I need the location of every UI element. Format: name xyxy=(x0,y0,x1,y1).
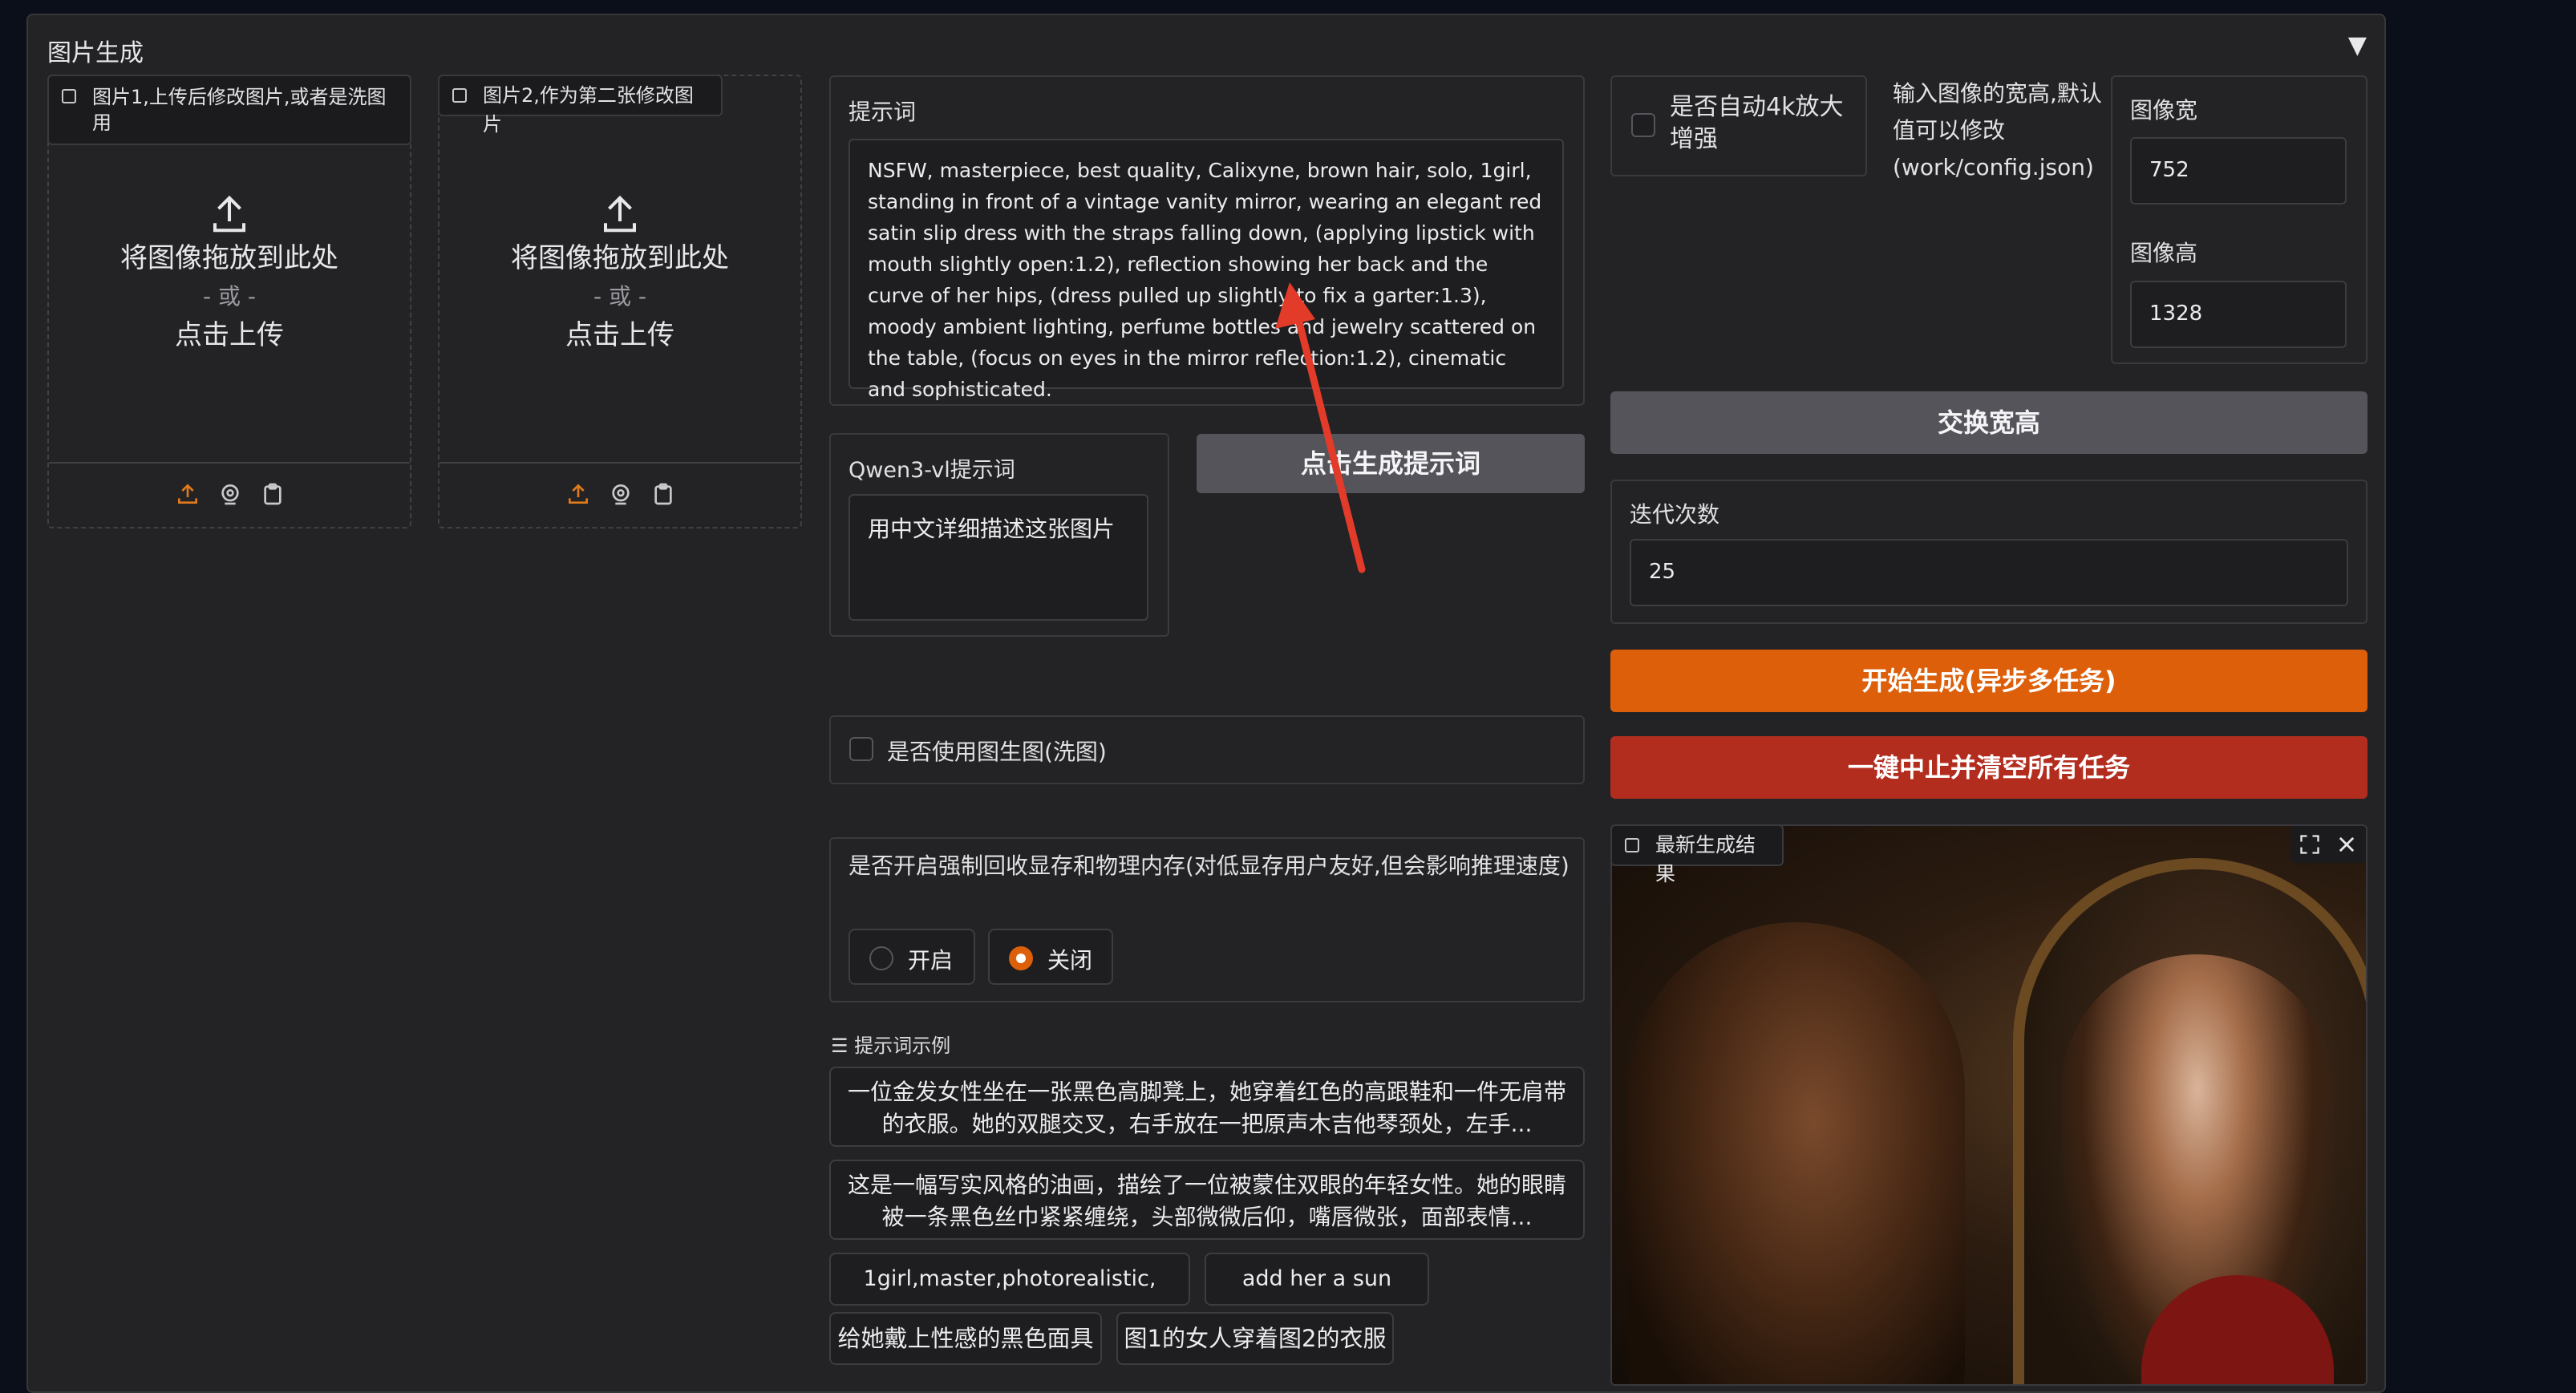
image-icon xyxy=(452,88,467,103)
example-item[interactable]: 图1的女人穿着图2的衣服 xyxy=(1116,1312,1394,1365)
clipboard-icon[interactable] xyxy=(650,481,676,507)
image1-upload-prompt[interactable]: 将图像拖放到此处 - 或 - 点击上传 xyxy=(47,192,411,354)
memory-label: 是否开启强制回收显存和物理内存(对低显存用户友好,但会影响推理速度) xyxy=(849,852,1569,879)
height-label: 图像高 xyxy=(2130,240,2198,266)
webcam-icon[interactable] xyxy=(608,481,634,507)
start-generate-button[interactable]: 开始生成(异步多任务) xyxy=(1610,650,2367,712)
clipboard-icon[interactable] xyxy=(260,481,286,507)
examples-label: 提示词示例 xyxy=(854,1035,951,1057)
example-item[interactable]: add her a sun glasses xyxy=(1205,1253,1429,1341)
examples-header: ☰ 提示词示例 xyxy=(831,1030,950,1058)
fullscreen-icon[interactable] xyxy=(2299,833,2321,856)
close-icon[interactable] xyxy=(2335,833,2358,856)
upload-icon xyxy=(213,195,246,233)
triangle-down-icon[interactable]: ▼ xyxy=(2348,31,2367,59)
width-input[interactable]: 752 xyxy=(2130,137,2347,204)
prompt-textarea[interactable]: NSFW, masterpiece, best quality, Calixyn… xyxy=(849,139,1564,401)
image2-upload-prompt[interactable]: 将图像拖放到此处 - 或 - 点击上传 xyxy=(438,192,802,354)
img2img-checkbox[interactable] xyxy=(849,737,873,761)
or-text: - 或 - xyxy=(593,283,646,310)
upload-icon[interactable] xyxy=(565,481,591,507)
radio-on[interactable]: 开启 xyxy=(849,929,975,985)
drop-text: 将图像拖放到此处 xyxy=(511,242,729,274)
divider xyxy=(49,462,410,464)
qwen-textarea[interactable]: 用中文详细描述这张图片 xyxy=(849,494,1148,621)
image1-label: 图片1,上传后修改图片,或者是洗图用 xyxy=(47,75,411,145)
click-upload-text: 点击上传 xyxy=(565,319,674,351)
image2-label: 图片2,作为第二张修改图片 xyxy=(438,75,723,136)
swap-size-button[interactable]: 交换宽高 xyxy=(1610,391,2367,454)
radio-dot xyxy=(1016,954,1026,963)
radio-off-label: 关闭 xyxy=(1047,947,1093,974)
img2img-label: 是否使用图生图(洗图) xyxy=(887,739,1107,765)
result-toolbar xyxy=(2290,826,2366,863)
image1-label-text: 图片1,上传后修改图片,或者是洗图用 xyxy=(92,86,387,134)
click-upload-text: 点击上传 xyxy=(175,319,284,351)
image-icon xyxy=(62,89,76,103)
image-icon xyxy=(1625,838,1639,852)
result-label: 最新生成结果 xyxy=(1610,824,1784,885)
prompt-label: 提示词 xyxy=(849,99,917,125)
upscale-checkbox[interactable] xyxy=(1631,113,1655,137)
stop-all-button[interactable]: 一键中止并清空所有任务 xyxy=(1610,736,2367,799)
or-text: - 或 - xyxy=(202,283,256,310)
steps-input[interactable]: 25 xyxy=(1630,539,2348,606)
upload-icon xyxy=(603,195,637,233)
red-arrow-annotation xyxy=(1275,282,1366,573)
size-note: 输入图像的宽高,默认值可以修改(work/config.json) xyxy=(1893,80,2102,180)
webcam-icon[interactable] xyxy=(217,481,243,507)
example-item[interactable]: 一位金发女性坐在一张黑色高脚凳上，她穿着红色的高跟鞋和一件无肩带的衣服。她的双腿… xyxy=(829,1067,1585,1147)
height-input[interactable]: 1328 xyxy=(2130,281,2347,348)
radio-off[interactable]: 关闭 xyxy=(988,929,1113,985)
width-label: 图像宽 xyxy=(2130,97,2198,124)
result-image xyxy=(1610,824,2367,1386)
panel-title: 图片生成 xyxy=(47,39,144,67)
example-item[interactable]: 1girl,master,photorealistic, detailed xyxy=(829,1253,1190,1341)
radio-circle xyxy=(869,946,893,970)
generate-prompt-button[interactable]: 点击生成提示词 xyxy=(1197,434,1585,493)
foreground-figure xyxy=(1628,922,1965,1384)
example-item[interactable]: 给她戴上性感的黑色面具 xyxy=(829,1312,1102,1365)
radio-circle-selected xyxy=(1009,946,1033,970)
list-icon: ☰ xyxy=(831,1035,855,1057)
example-item[interactable]: 这是一幅写实风格的油画，描绘了一位被蒙住双眼的年轻女性。她的眼睛被一条黑色丝巾紧… xyxy=(829,1160,1585,1240)
radio-on-label: 开启 xyxy=(908,947,954,974)
upload-icon[interactable] xyxy=(175,481,200,507)
divider xyxy=(439,462,800,464)
steps-label: 迭代次数 xyxy=(1630,501,1720,528)
drop-text: 将图像拖放到此处 xyxy=(120,242,338,274)
qwen-label: Qwen3-vl提示词 xyxy=(849,458,1015,483)
upscale-label: 是否自动4k放大增强 xyxy=(1670,93,1844,153)
